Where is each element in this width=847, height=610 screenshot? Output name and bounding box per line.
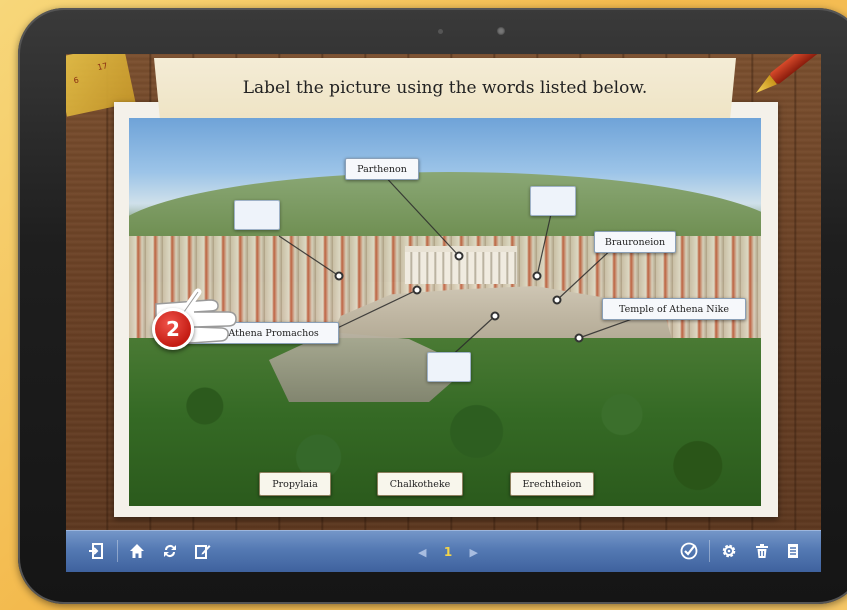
- gear-icon[interactable]: [718, 540, 740, 562]
- tablet-camera: [497, 27, 505, 35]
- page-number: 1: [443, 545, 453, 559]
- word-propylaia[interactable]: Propylaia: [259, 472, 331, 496]
- word-text: Erechtheion: [522, 478, 582, 490]
- trash-icon[interactable]: [751, 540, 773, 562]
- ruler-mark: 6: [72, 75, 80, 86]
- bottom-toolbar: ◀ 1 ▶: [66, 530, 821, 572]
- word-chalkotheke[interactable]: Chalkotheke: [377, 472, 463, 496]
- previous-page-button[interactable]: ◀: [418, 546, 426, 559]
- target-point: [574, 333, 584, 343]
- word-text: Propylaia: [272, 478, 318, 490]
- blank-label-box[interactable]: [427, 352, 471, 382]
- edit-icon[interactable]: [192, 540, 214, 562]
- blank-label-box[interactable]: [530, 186, 576, 216]
- app-screen: 6 17 Parthenon Brauroneion Temple of Ath…: [66, 54, 821, 572]
- refresh-icon[interactable]: [159, 540, 181, 562]
- target-point: [532, 271, 542, 281]
- step-number-badge: 2: [152, 308, 194, 350]
- check-icon[interactable]: [678, 540, 700, 562]
- word-text: Chalkotheke: [389, 478, 451, 490]
- target-point: [490, 311, 500, 321]
- target-point: [552, 295, 562, 305]
- label-text: Temple of Athena Nike: [618, 303, 730, 315]
- target-point: [412, 285, 422, 295]
- tablet-sensor: [438, 29, 443, 34]
- document-icon[interactable]: [782, 540, 804, 562]
- blank-label-box[interactable]: [234, 200, 280, 230]
- label-text: Parthenon: [357, 163, 407, 175]
- page-navigator: ◀ 1 ▶: [418, 542, 478, 562]
- target-point: [334, 271, 344, 281]
- instruction-text: Label the picture using the words listed…: [242, 78, 648, 98]
- step-number: 2: [166, 317, 180, 341]
- word-erechtheion[interactable]: Erechtheion: [510, 472, 594, 496]
- label-temple-of-athena-nike[interactable]: Temple of Athena Nike: [602, 298, 746, 320]
- label-brauroneion[interactable]: Brauroneion: [594, 231, 676, 253]
- exit-icon[interactable]: [85, 540, 107, 562]
- toolbar-divider: [709, 540, 710, 562]
- label-text: Brauroneion: [604, 236, 666, 248]
- home-icon[interactable]: [126, 540, 148, 562]
- target-point: [454, 251, 464, 261]
- instruction-banner: Label the picture using the words listed…: [154, 58, 736, 118]
- ruler-mark: 17: [96, 61, 109, 73]
- toolbar-divider: [117, 540, 118, 562]
- label-parthenon[interactable]: Parthenon: [345, 158, 419, 180]
- next-page-button[interactable]: ▶: [470, 546, 478, 559]
